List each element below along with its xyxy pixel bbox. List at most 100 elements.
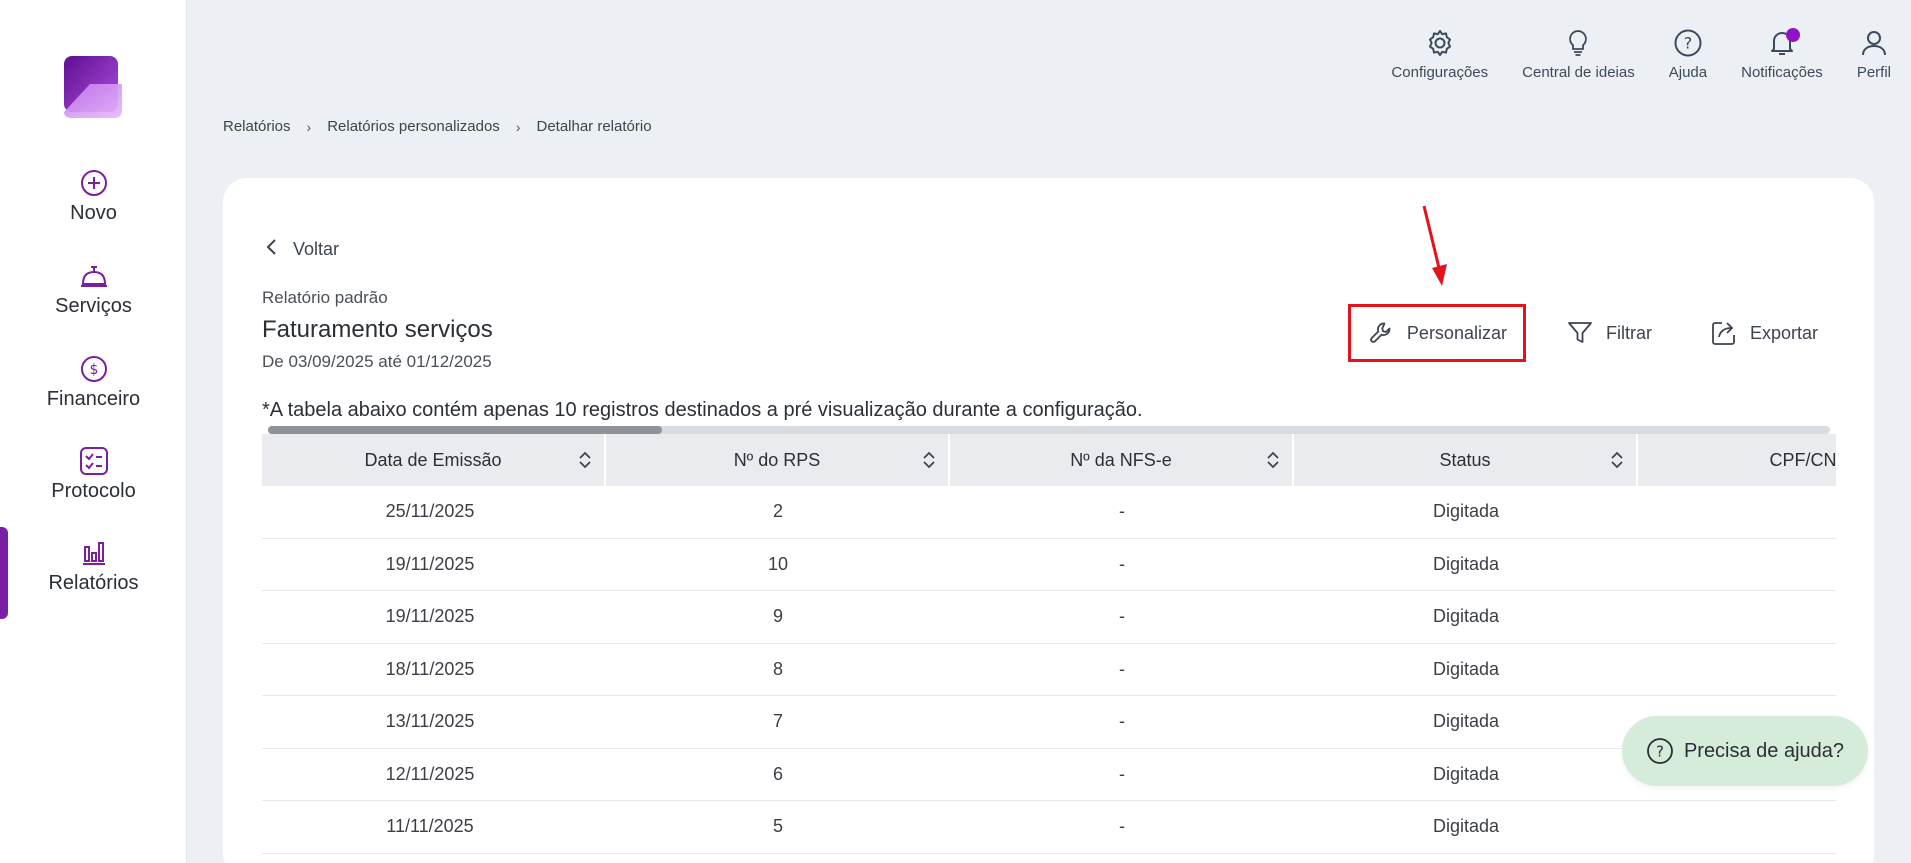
column-header-label: Nº do RPS: [733, 449, 821, 470]
table-cell: 13/11/2025: [385, 711, 475, 732]
column-header-label: Data de Emissão: [364, 449, 502, 470]
ideas-label: Central de ideias: [1522, 64, 1635, 81]
plus-circle-icon: [79, 168, 109, 198]
table-cell: Digitada: [1432, 501, 1500, 522]
ideas-button[interactable]: Central de ideias: [1522, 26, 1635, 81]
table-cell: -: [1119, 553, 1125, 574]
user-icon: [1858, 26, 1890, 60]
sidebar-item-relatorios[interactable]: Relatórios: [0, 538, 187, 618]
red-arrow-annotation: [1422, 205, 1447, 286]
sidebar-item-label: Serviços: [55, 295, 132, 317]
export-label: Exportar: [1749, 322, 1818, 343]
filter-icon: [1566, 319, 1594, 347]
app-logo[interactable]: [60, 56, 126, 118]
table-row[interactable]: 19/11/2025 9 - Digitada: [262, 591, 1836, 644]
sidebar-item-novo[interactable]: Novo: [0, 168, 187, 248]
table-cell: Digitada: [1432, 658, 1500, 679]
column-header[interactable]: Nº da NFS-e: [950, 434, 1294, 486]
chevron-left-icon: [265, 238, 277, 261]
scrollbar-thumb[interactable]: [268, 426, 662, 434]
table-cell: 25/11/2025: [385, 501, 475, 522]
horizontal-scrollbar[interactable]: [268, 426, 1830, 434]
top-toolbar: Configurações Central de ideias ? Ajuda …: [1357, 26, 1891, 86]
sort-icon[interactable]: [922, 450, 936, 470]
column-header-label: CPF/CNP: [1769, 449, 1836, 470]
table-cell: 7: [772, 711, 783, 732]
lightbulb-icon: [1562, 26, 1594, 60]
notifications-button[interactable]: Notificações: [1741, 26, 1823, 81]
breadcrumb: Relatórios › Relatórios personalizados ›…: [223, 118, 652, 135]
table-header: Data de Emissão Nº do RPS Nº da NFS-e Statu…: [262, 434, 1836, 486]
table-cell: -: [1119, 501, 1125, 522]
customize-label: Personalizar: [1406, 322, 1507, 343]
svg-text:?: ?: [1684, 34, 1693, 53]
breadcrumb-relatorios[interactable]: Relatórios: [223, 118, 291, 135]
service-bell-icon: [79, 261, 109, 291]
notification-badge: [1785, 28, 1800, 42]
column-header[interactable]: Status: [1294, 434, 1638, 486]
sort-icon[interactable]: [1610, 450, 1624, 470]
table-cell: -: [1119, 711, 1125, 732]
settings-label: Configurações: [1391, 64, 1489, 81]
active-indicator: [0, 527, 8, 619]
preview-note: *A tabela abaixo contém apenas 10 regist…: [262, 399, 1143, 421]
table-row[interactable]: 25/11/2025 2 - Digitada: [262, 486, 1836, 539]
svg-text:$: $: [89, 362, 98, 378]
table-row[interactable]: 18/11/2025 8 - Digitada: [262, 644, 1836, 696]
breadcrumb-detalhar-relatorio: Detalhar relatório: [536, 118, 652, 135]
sidebar-item-label: Novo: [70, 202, 117, 224]
table-cell: Digitada: [1432, 763, 1500, 784]
export-button[interactable]: Exportar: [1692, 309, 1836, 357]
sidebar: Novo Serviços $ Financeiro Protocolo Rel…: [0, 0, 187, 863]
table-cell: [1638, 591, 1836, 643]
wrench-icon: [1367, 319, 1395, 347]
table-cell: 8: [772, 658, 783, 679]
table-cell: -: [1119, 816, 1125, 837]
settings-button[interactable]: Configurações: [1391, 26, 1488, 81]
table-row[interactable]: 12/11/2025 6 - Digitada: [262, 749, 1836, 801]
column-header[interactable]: CPF/CNP: [1638, 434, 1836, 486]
svg-text:?: ?: [1656, 743, 1664, 761]
page-title: Faturamento serviços: [262, 316, 493, 343]
question-circle-icon: ?: [1672, 26, 1704, 60]
chevron-right-icon: ›: [306, 118, 312, 135]
report-date-range: De 03/09/2025 até 01/12/2025: [262, 352, 492, 371]
table-cell: [1638, 486, 1836, 538]
column-header[interactable]: Data de Emissão: [262, 434, 606, 486]
back-button[interactable]: Voltar: [265, 238, 339, 261]
table-cell: Digitada: [1432, 711, 1500, 732]
table-cell: Digitada: [1432, 816, 1500, 837]
report-table: Data de Emissão Nº do RPS Nº da NFS-e Statu…: [262, 434, 1836, 863]
table-row[interactable]: 13/11/2025 7 - Digitada: [262, 696, 1836, 749]
customize-button[interactable]: Personalizar: [1347, 304, 1526, 362]
sidebar-item-servicos[interactable]: Serviços: [0, 261, 187, 341]
sort-icon[interactable]: [1266, 450, 1280, 470]
profile-button[interactable]: Perfil: [1857, 26, 1891, 81]
table-cell: [1638, 539, 1836, 591]
table-cell: -: [1119, 658, 1125, 679]
table-cell: 19/11/2025: [385, 606, 475, 627]
sidebar-item-label: Protocolo: [51, 480, 136, 502]
report-actions: Personalizar Filtrar Exportar: [1326, 304, 1836, 362]
table-row[interactable]: 19/11/2025 10 - Digitada: [262, 539, 1836, 591]
table-row[interactable]: 11/11/2025 5 - Digitada: [262, 801, 1836, 854]
table-cell: 12/11/2025: [385, 763, 475, 784]
checklist-icon: [79, 446, 109, 476]
sidebar-item-label: Relatórios: [48, 572, 139, 594]
column-header[interactable]: Nº do RPS: [606, 434, 950, 486]
sidebar-item-protocolo[interactable]: Protocolo: [0, 446, 187, 526]
chevron-right-icon: ›: [515, 118, 521, 135]
breadcrumb-relatorios-personalizados[interactable]: Relatórios personalizados: [327, 118, 500, 135]
sidebar-item-label: Financeiro: [46, 388, 141, 410]
help-top-button[interactable]: ? Ajuda: [1669, 26, 1707, 81]
filter-button[interactable]: Filtrar: [1548, 309, 1670, 357]
table-cell: 9: [772, 606, 783, 627]
sort-icon[interactable]: [578, 450, 592, 470]
bar-chart-icon: [79, 538, 109, 568]
help-chat-button[interactable]: ? Precisa de ajuda?: [1622, 716, 1868, 786]
question-circle-icon: ?: [1646, 737, 1674, 765]
table-cell: [1638, 801, 1836, 853]
table-cell: Digitada: [1432, 606, 1500, 627]
sidebar-item-financeiro[interactable]: $ Financeiro: [0, 354, 187, 434]
profile-label: Perfil: [1856, 64, 1891, 81]
